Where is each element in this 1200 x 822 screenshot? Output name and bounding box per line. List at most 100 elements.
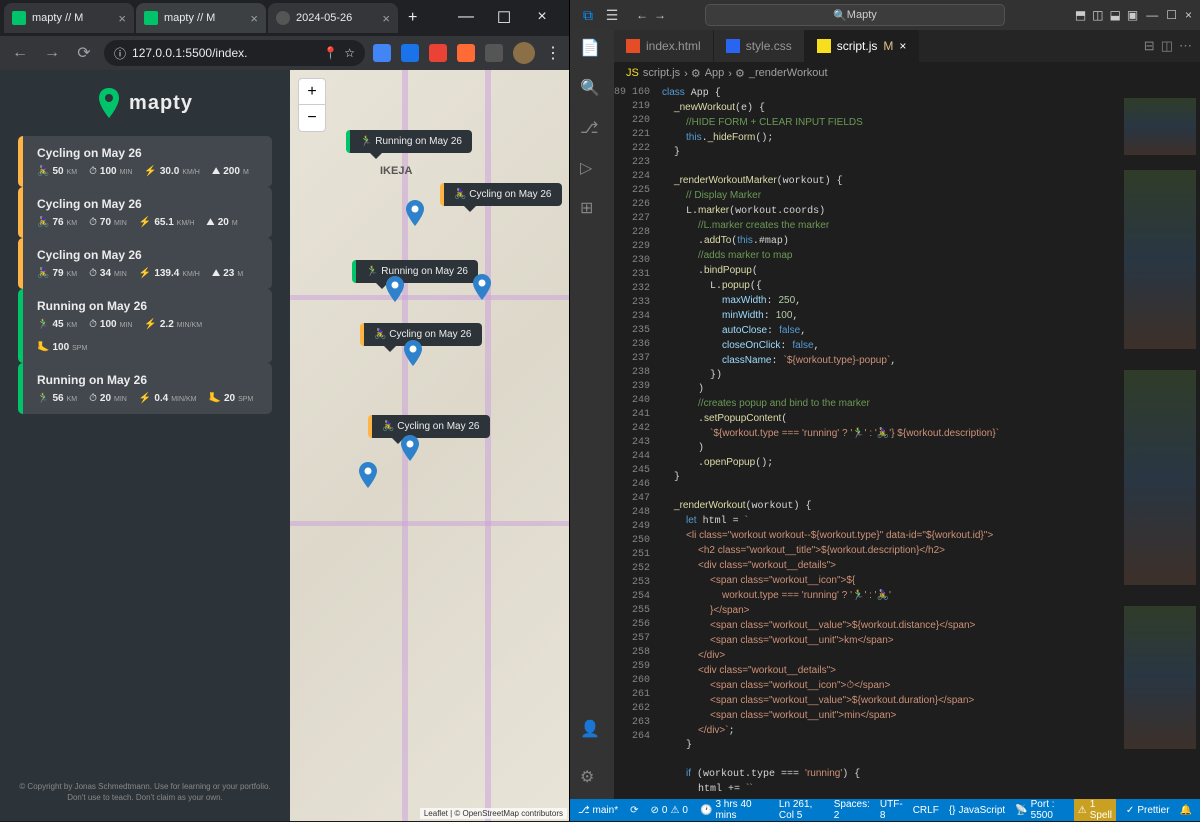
mail-icon[interactable] (454, 821, 494, 822)
edge-icon[interactable] (580, 821, 620, 822)
app-icon[interactable] (706, 821, 746, 822)
browser-tab-1[interactable]: mapty // M× (136, 3, 266, 33)
more-icon[interactable]: ⋯ (1179, 38, 1192, 54)
workout-card[interactable]: Cycling on May 26🚴‍♀️79KM⏱34MIN⚡139.4KM/… (18, 238, 272, 289)
prettier-indicator[interactable]: ✓ Prettier (1126, 799, 1170, 821)
explorer-icon[interactable] (496, 821, 536, 822)
breadcrumb-item[interactable]: App (705, 67, 725, 79)
nav-back-button[interactable]: ← (636, 8, 648, 22)
map-popup[interactable]: 🚴‍♀️ Cycling on May 26 (368, 415, 490, 438)
minimap[interactable] (1120, 84, 1200, 799)
map-view[interactable]: IKEJA + − 🏃‍♂️ Running on May 26🚴‍♀️ Cyc… (290, 70, 569, 821)
minimize-button[interactable]: — (1146, 8, 1158, 22)
encoding-indicator[interactable]: UTF-8 (880, 799, 903, 821)
layout-button[interactable]: ▣ (1127, 8, 1138, 22)
map-pin-icon[interactable] (404, 340, 422, 366)
map-popup[interactable]: 🚴‍♀️ Cycling on May 26 (440, 183, 562, 206)
zoom-in-button[interactable]: + (299, 79, 325, 105)
split-icon[interactable]: ◫ (1161, 38, 1173, 54)
map-popup[interactable]: 🏃‍♂️ Running on May 26 (346, 130, 472, 153)
forward-button[interactable]: → (40, 41, 64, 65)
vlc-icon[interactable] (832, 821, 872, 822)
chrome-icon[interactable] (538, 821, 578, 822)
start-button[interactable] (4, 821, 44, 822)
compare-icon[interactable]: ⊟ (1144, 38, 1155, 54)
workout-card[interactable]: Running on May 26🏃‍♂️56KM⏱20MIN⚡0.4MIN/K… (18, 363, 272, 414)
vscode-icon[interactable] (664, 821, 704, 822)
location-icon[interactable]: 📍 (323, 46, 338, 60)
scm-icon[interactable]: ⎇ (580, 118, 604, 142)
workout-card[interactable]: Cycling on May 26🚴‍♀️50KM⏱100MIN⚡30.0KM/… (18, 136, 272, 187)
minimize-button[interactable]: — (451, 8, 481, 28)
profile-avatar[interactable] (513, 42, 535, 64)
store-icon[interactable] (412, 821, 452, 822)
eol-indicator[interactable]: CRLF (913, 799, 939, 821)
search-icon[interactable]: 🔍 (580, 78, 604, 102)
editor-tab-style[interactable]: style.css (714, 30, 805, 62)
bookmark-icon[interactable]: ☆ (344, 46, 355, 60)
map-popup[interactable]: 🏃‍♂️ Running on May 26 (352, 260, 478, 283)
extension-icon[interactable] (401, 44, 419, 62)
nav-forward-button[interactable]: → (654, 8, 666, 22)
spell-indicator[interactable]: ⚠ 1 Spell (1074, 799, 1116, 821)
map-pin-icon[interactable] (401, 435, 419, 461)
close-button[interactable]: × (1185, 8, 1192, 22)
browser-tab-2[interactable]: 2024-05-26× (268, 3, 398, 33)
maximize-button[interactable]: ☐ (489, 8, 519, 28)
github-icon[interactable] (748, 821, 788, 822)
close-icon[interactable]: × (382, 11, 390, 26)
layout-button[interactable]: ◫ (1092, 8, 1103, 22)
address-bar[interactable]: ⓘ 127.0.0.1:5500/index. 📍 ☆ (104, 40, 365, 66)
editor-tab-script[interactable]: script.js M × (805, 30, 920, 62)
maximize-button[interactable]: ☐ (1166, 8, 1177, 22)
close-icon[interactable]: × (118, 11, 126, 26)
layout-button[interactable]: ⬓ (1110, 8, 1121, 22)
problems-indicator[interactable]: ⊘ 0 ⚠ 0 (651, 805, 688, 816)
layout-button[interactable]: ⬒ (1075, 8, 1086, 22)
explorer-icon[interactable]: 📄 (580, 38, 604, 62)
breadcrumb-item[interactable]: _renderWorkout (749, 67, 828, 79)
back-button[interactable]: ← (8, 41, 32, 65)
close-icon[interactable]: × (250, 11, 258, 26)
workout-card[interactable]: Running on May 26🏃‍♂️45KM⏱100MIN⚡2.2MIN/… (18, 289, 272, 363)
close-button[interactable]: × (527, 8, 557, 28)
command-center[interactable]: 🔍 Mapty (705, 4, 1005, 26)
wakatime-indicator[interactable]: 🕐 3 hrs 40 mins (700, 799, 767, 821)
extension-icon[interactable] (429, 44, 447, 62)
editor-tab-index[interactable]: index.html (614, 30, 714, 62)
cursor-position[interactable]: Ln 261, Col 5 (779, 799, 824, 821)
extension-icon[interactable] (485, 44, 503, 62)
reload-button[interactable]: ⟳ (72, 41, 96, 65)
app-icon[interactable] (790, 821, 830, 822)
vscode-icon[interactable]: ⧉ (578, 5, 598, 25)
map-pin-icon[interactable] (473, 274, 491, 300)
extension-icon[interactable] (457, 44, 475, 62)
lang-indicator[interactable]: {} JavaScript (949, 799, 1005, 821)
map-pin-icon[interactable] (406, 200, 424, 226)
app-icon[interactable] (622, 821, 662, 822)
indent-indicator[interactable]: Spaces: 2 (834, 799, 870, 821)
debug-icon[interactable]: ▷ (580, 158, 604, 182)
code-content[interactable]: class App { _newWorkout(e) { //HIDE FORM… (658, 84, 1120, 799)
extension-icon[interactable] (373, 44, 391, 62)
account-icon[interactable]: 👤 (580, 719, 604, 743)
branch-indicator[interactable]: ⎇ main* (578, 805, 618, 816)
notifications-icon[interactable]: 🔔 (1180, 799, 1192, 821)
extensions-icon[interactable]: ⊞ (580, 198, 604, 222)
zoom-out-button[interactable]: − (299, 105, 325, 131)
port-indicator[interactable]: 📡 Port : 5500 (1015, 799, 1064, 821)
map-pin-icon[interactable] (359, 462, 377, 488)
browser-tab-0[interactable]: mapty // M× (4, 3, 134, 33)
close-icon[interactable]: × (899, 39, 906, 53)
breadcrumb-item[interactable]: script.js (643, 67, 680, 79)
breadcrumb[interactable]: JS script.js › ⚙ App › ⚙ _renderWorkout (614, 62, 1200, 84)
menu-toggle-button[interactable]: ☰ (602, 5, 622, 25)
cortana-icon[interactable] (328, 821, 368, 822)
settings-icon[interactable]: ⚙ (580, 767, 604, 791)
new-tab-button[interactable]: + (400, 5, 425, 31)
taskview-icon[interactable] (370, 821, 410, 822)
workout-card[interactable]: Cycling on May 26🚴‍♀️76KM⏱70MIN⚡65.1KM/H… (18, 187, 272, 238)
map-pin-icon[interactable] (386, 276, 404, 302)
code-editor[interactable]: 89 160 219 220 221 222 223 224 225 226 2… (614, 84, 1200, 799)
menu-icon[interactable]: ⋮ (545, 43, 561, 63)
